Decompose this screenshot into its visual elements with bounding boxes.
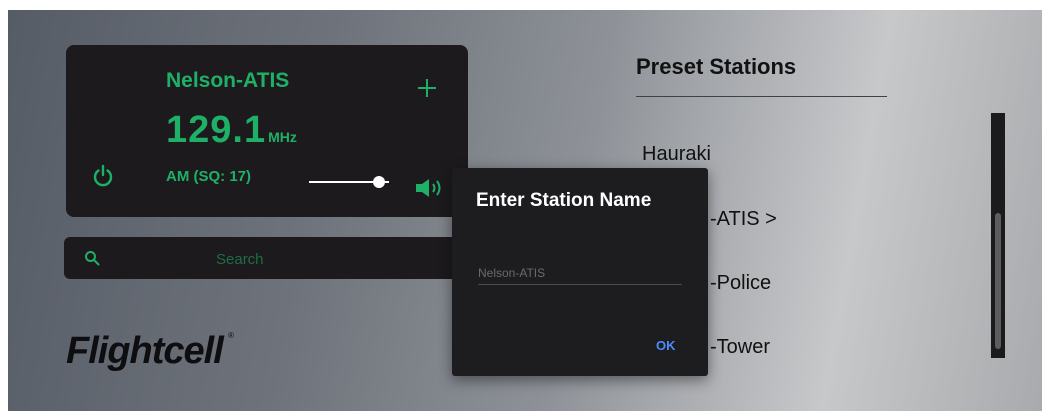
station-name-dialog: Enter Station Name OK [452, 168, 708, 376]
preset-divider [636, 96, 887, 97]
app-screen: Nelson-ATIS 129.1 MHz AM (SQ: 17) Search… [8, 10, 1042, 411]
frequency-display: 129.1 MHz [166, 109, 297, 152]
preset-item[interactable]: -Police [710, 272, 771, 295]
frequency-value: 129.1 [166, 109, 267, 151]
preset-scrollbar[interactable] [991, 113, 1005, 358]
frequency-unit: MHz [268, 129, 297, 145]
volume-knob[interactable] [373, 176, 386, 188]
power-icon[interactable] [90, 163, 116, 189]
search-input[interactable] [214, 246, 438, 272]
search-icon[interactable] [84, 250, 100, 266]
volume-slider[interactable] [309, 176, 393, 188]
preset-item[interactable]: Hauraki [642, 143, 711, 166]
radio-panel: Nelson-ATIS 129.1 MHz AM (SQ: 17) [66, 45, 468, 217]
station-name: Nelson-ATIS [166, 69, 290, 92]
speaker-icon[interactable] [414, 177, 444, 199]
preset-item[interactable]: -ATIS > [710, 208, 777, 231]
preset-stations-title: Preset Stations [636, 54, 797, 79]
dialog-title: Enter Station Name [476, 190, 652, 211]
flightcell-logo: Flightcell [66, 330, 224, 372]
plus-icon[interactable] [414, 75, 440, 101]
scrollbar-thumb[interactable] [995, 213, 1001, 349]
search-bar [64, 237, 468, 279]
ok-button[interactable]: OK [656, 338, 676, 353]
station-name-input[interactable] [478, 262, 682, 285]
preset-item[interactable]: -Tower [710, 336, 770, 359]
registered-mark: ® [228, 331, 234, 340]
modulation-squelch: AM (SQ: 17) [166, 168, 252, 185]
